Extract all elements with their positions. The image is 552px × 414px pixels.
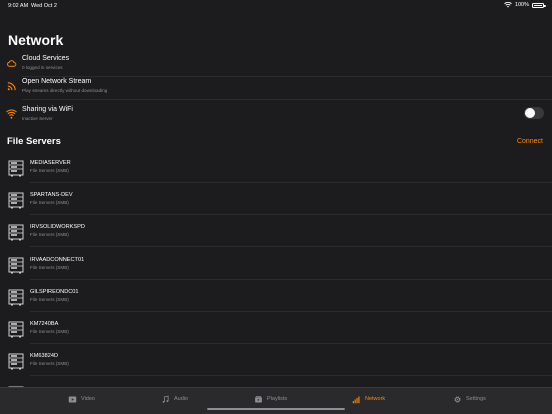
server-type: File Servers (SMB) <box>30 329 69 334</box>
connect-button[interactable]: Connect <box>517 138 543 145</box>
server-icon <box>8 321 24 338</box>
server-icon <box>8 289 24 306</box>
server-name: IRVAADCONNECT01 <box>30 257 85 263</box>
sharing-via-wifi-subtitle: Inactive Server <box>22 116 53 121</box>
file-server-item[interactable]: KM63824D File Servers (SMB) <box>0 344 552 376</box>
open-network-stream-row[interactable]: Open Network Stream Play streams directl… <box>0 76 552 100</box>
cloud-services-title: Cloud Services <box>22 55 70 62</box>
tab-settings[interactable]: Settings <box>453 393 486 405</box>
row-divider <box>30 375 552 376</box>
tab-video-label: Video <box>81 396 95 402</box>
cloud-icon <box>7 60 17 67</box>
server-icon <box>8 192 24 209</box>
open-network-stream-title: Open Network Stream <box>22 78 92 85</box>
file-server-item[interactable]: GILSPIREONDC01 File Servers (SMB) <box>0 280 552 312</box>
file-server-item[interactable]: SPARTANS-DEV File Servers (SMB) <box>0 183 552 215</box>
server-icon <box>8 224 24 241</box>
rss-icon <box>7 82 16 91</box>
open-network-stream-subtitle: Play streams directly without downloadin… <box>22 88 108 93</box>
tab-audio[interactable]: Audio <box>161 393 188 405</box>
status-right: 100% <box>504 2 546 8</box>
status-date: Wed Oct 2 <box>31 3 57 9</box>
gear-icon <box>454 395 461 403</box>
battery-percent: 100% <box>514 2 529 8</box>
file-server-item[interactable]: KM7240BA File Servers (SMB) <box>0 312 552 344</box>
server-name: GILSPIREONDC01 <box>30 289 79 295</box>
server-name: IRVSOLIDWORKSPD <box>30 224 85 230</box>
file-server-item[interactable]: MEDIASERVER File Servers (SMB) <box>0 151 552 183</box>
server-type: File Servers (SMB) <box>30 361 69 366</box>
file-server-list[interactable]: MEDIASERVER File Servers (SMB) SPARTANS-… <box>0 151 552 387</box>
sharing-via-wifi-row: Sharing via WiFi Inactive Server <box>0 104 552 128</box>
home-indicator <box>207 408 345 410</box>
page-title: Network <box>8 32 64 48</box>
server-icon <box>8 160 24 177</box>
cloud-services-subtitle: 0 logged in services <box>22 65 63 70</box>
server-icon <box>8 353 24 370</box>
video-icon <box>68 396 77 402</box>
tab-network-label: Network <box>365 396 386 402</box>
server-name: KM63824D <box>30 353 58 359</box>
tab-audio-label: Audio <box>174 396 189 402</box>
file-server-item[interactable]: IRVSOLIDWORKSPD File Servers (SMB) <box>0 215 552 247</box>
server-type: File Servers (SMB) <box>30 297 69 302</box>
music-note-icon <box>162 395 169 403</box>
wifi-icon <box>6 109 17 119</box>
server-type: File Servers (SMB) <box>30 200 69 205</box>
server-name: MEDIASERVER <box>30 160 71 166</box>
file-server-item-partial[interactable] <box>0 377 552 387</box>
file-server-item[interactable]: IRVAADCONNECT01 File Servers (SMB) <box>0 248 552 280</box>
toggle-knob <box>525 108 535 118</box>
server-name: SPARTANS-DEV <box>30 192 73 198</box>
tab-settings-label: Settings <box>466 396 486 402</box>
wifi-sharing-toggle[interactable] <box>524 107 544 119</box>
status-bar: 9:02 AM Wed Oct 2 100% <box>0 0 552 12</box>
server-type: File Servers (SMB) <box>30 232 69 237</box>
tab-playlists[interactable]: Playlists <box>254 393 287 405</box>
sharing-via-wifi-title: Sharing via WiFi <box>22 106 73 113</box>
server-type: File Servers (SMB) <box>30 168 69 173</box>
row-divider <box>22 99 552 100</box>
server-name: KM7240BA <box>30 321 59 327</box>
status-time: 9:02 AM <box>8 3 29 9</box>
network-bars-icon <box>352 396 360 403</box>
server-type: File Servers (SMB) <box>30 265 69 270</box>
server-icon <box>8 257 24 274</box>
playlist-icon <box>255 395 262 402</box>
row-divider <box>30 246 552 247</box>
cloud-services-row[interactable]: Cloud Services 0 logged in services <box>0 53 552 77</box>
wifi-status-icon <box>504 2 512 8</box>
battery-icon <box>532 2 546 8</box>
tab-network[interactable]: Network <box>352 393 385 405</box>
tab-playlists-label: Playlists <box>267 396 288 402</box>
file-servers-title: File Servers <box>7 136 61 147</box>
tab-video[interactable]: Video <box>68 393 95 405</box>
